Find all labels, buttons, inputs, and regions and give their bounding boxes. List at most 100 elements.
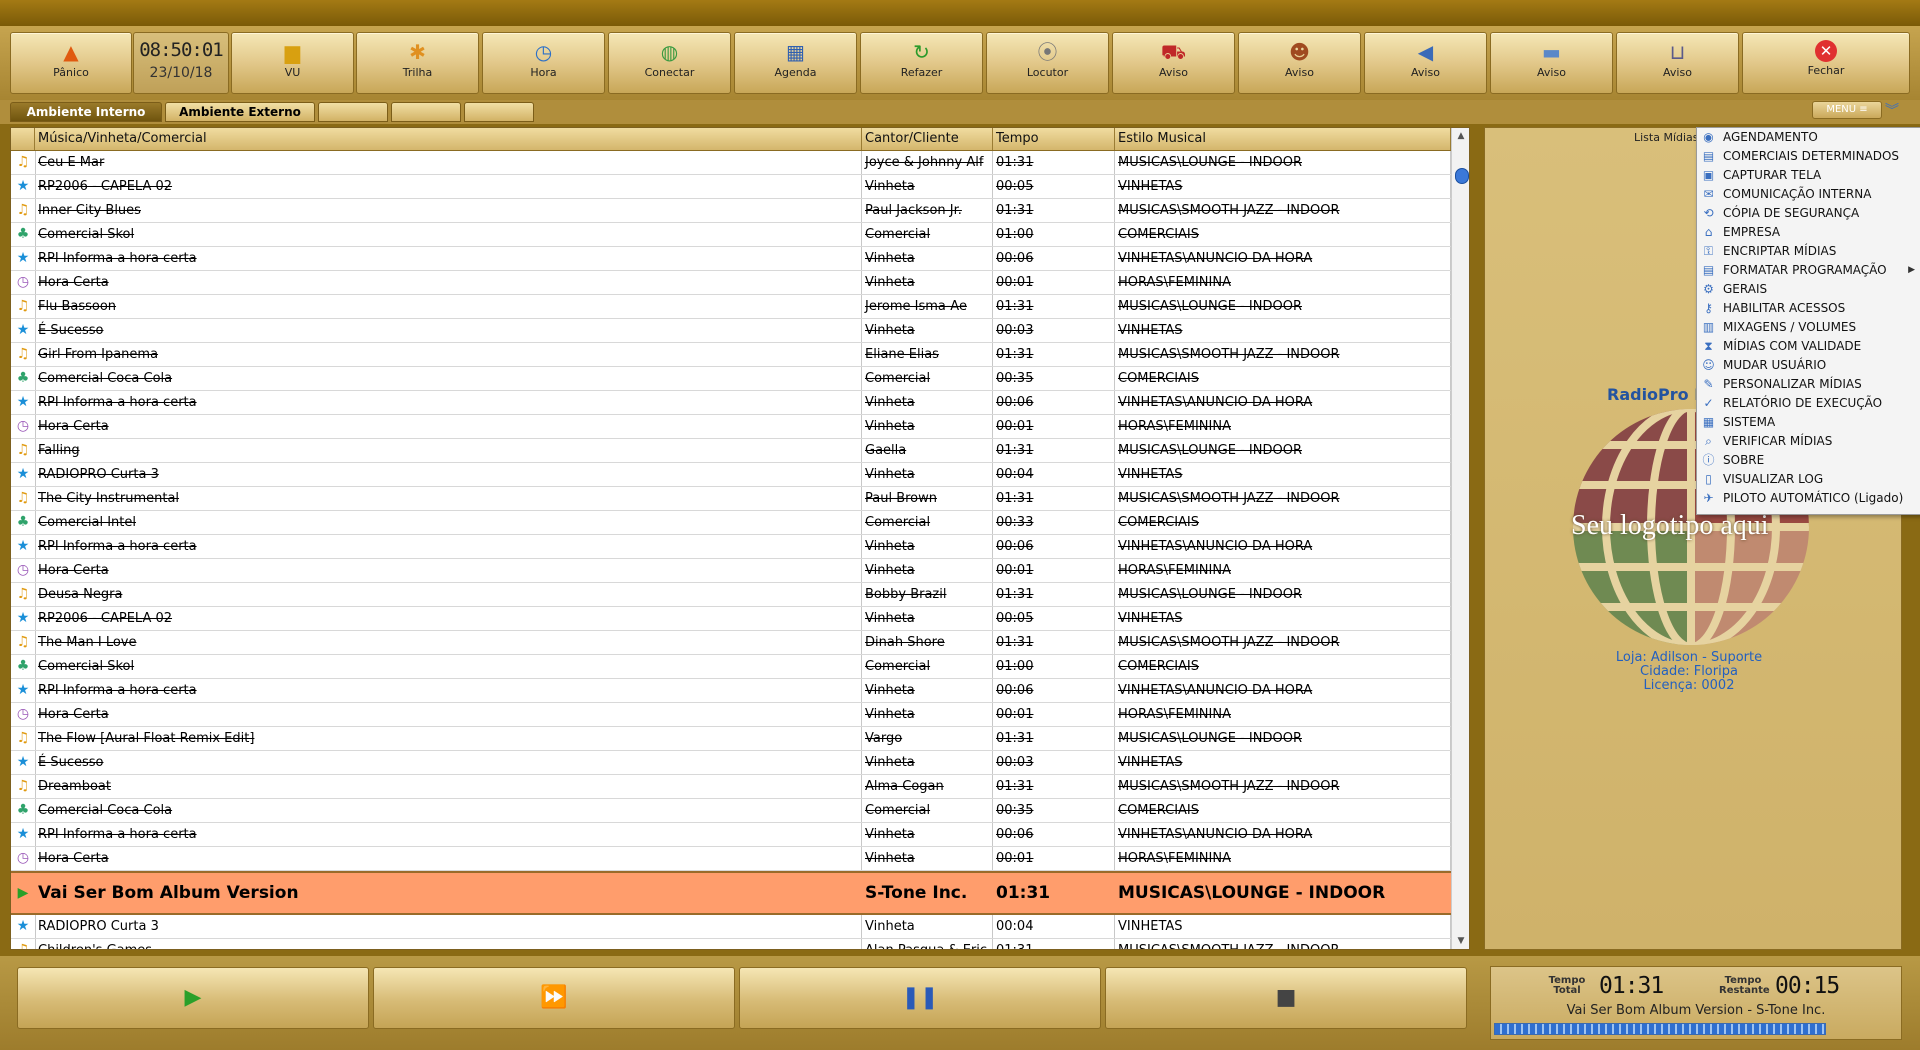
table-row[interactable]: ◷ Hora Certa Vinheta 00:01 HORAS\FEMININA <box>11 847 1451 871</box>
cell-style: VINHETAS\ANUNCIO DA HORA <box>1115 535 1451 558</box>
conectar-button[interactable]: ◍ Conectar <box>608 32 731 94</box>
table-row[interactable]: ★ RPI Informa a hora certa Vinheta 00:06 VIN… <box>11 391 1451 415</box>
tab-ambiente-interno[interactable]: Ambiente Interno <box>10 102 162 122</box>
table-row[interactable]: ♣ Comercial Coca Cola Comercial 00:35 COMERC… <box>11 367 1451 391</box>
table-row[interactable]: ♫ Flu Bassoon Jerome Isma-Ae 01:31 MUSICAS\L… <box>11 295 1451 319</box>
table-row[interactable]: ♫ Inner City Blues Paul Jackson Jr. 01:31 MU… <box>11 199 1451 223</box>
trilha-button[interactable]: ✱ Trilha <box>356 32 479 94</box>
tab-ambiente-externo[interactable]: Ambiente Externo <box>165 102 315 122</box>
people-icon: ☻ <box>1289 40 1310 64</box>
table-row[interactable]: ♫ Ceu E Mar Joyce & Johnny Alf 01:31 MUSICAS… <box>11 151 1451 175</box>
vu-button[interactable]: ▆ VU <box>231 32 354 94</box>
menu-item-mudar-usu-rio[interactable]: ☺ MUDAR USUÁRIO <box>1697 356 1920 375</box>
cell-title: Flu Bassoon <box>35 295 862 318</box>
scroll-thumb[interactable] <box>1455 168 1469 184</box>
header-musica[interactable]: Música/Vinheta/Comercial <box>35 128 862 150</box>
menu-item-visualizar-log[interactable]: ▯ VISUALIZAR LOG <box>1697 470 1920 489</box>
menu-item-sobre[interactable]: ⓘ SOBRE <box>1697 451 1920 470</box>
table-row[interactable]: ♣ Comercial Intel Comercial 00:33 COMERCIAIS <box>11 511 1451 535</box>
locutor-button[interactable]: ⦿ Locutor <box>986 32 1109 94</box>
aviso-car-button[interactable]: ⛟ Aviso <box>1112 32 1235 94</box>
table-row[interactable]: ★ RADIOPRO Curta 3 Vinheta 00:04 VINHETAS <box>11 915 1451 939</box>
menu-item-sistema[interactable]: ▦ SISTEMA <box>1697 413 1920 432</box>
menu-item-label: RELATÓRIO DE EXECUÇÃO <box>1723 396 1883 410</box>
pause-button[interactable]: ❚❚ <box>739 967 1101 1029</box>
table-row[interactable]: ♫ The Flow [Aural Float Remix Edit] Vargo 0… <box>11 727 1451 751</box>
table-row[interactable]: ◷ Hora Certa Vinheta 00:01 HORAS\FEMININA <box>11 559 1451 583</box>
aviso-cart-button[interactable]: ⊔ Aviso <box>1616 32 1739 94</box>
play-button[interactable]: ▶ <box>17 967 369 1029</box>
menu-item-encriptar-m-dias[interactable]: ⚿ ENCRIPTAR MÍDIAS <box>1697 242 1920 261</box>
table-row[interactable]: ★ RADIOPRO Curta 3 Vinheta 00:04 VINHETAS <box>11 463 1451 487</box>
cell-style: HORAS\FEMININA <box>1115 415 1451 438</box>
menu-item-comerciais-determinados[interactable]: ▤ COMERCIAIS DETERMINADOS <box>1697 147 1920 166</box>
scroll-up-icon[interactable]: ▲ <box>1452 128 1469 144</box>
table-row[interactable]: ♣ Comercial Skol Comercial 01:00 COMERCIAIS <box>11 223 1451 247</box>
agenda-button[interactable]: ▦ Agenda <box>734 32 857 94</box>
menu-item-comunica-o-interna[interactable]: ✉ COMUNICAÇÃO INTERNA <box>1697 185 1920 204</box>
star-icon: ★ <box>11 915 36 938</box>
table-row[interactable]: ♫ Girl From Ipanema Eliane Elias 01:31 MUSIC… <box>11 343 1451 367</box>
scroll-down-icon[interactable]: ▼ <box>1452 933 1469 949</box>
menu-item-mixagens-volumes[interactable]: ▥ MIXAGENS / VOLUMES <box>1697 318 1920 337</box>
table-row[interactable]: ◷ Hora Certa Vinheta 00:01 HORAS\FEMININA <box>11 415 1451 439</box>
cell-title: Girl From Ipanema <box>35 343 862 366</box>
tab-empty-3[interactable] <box>464 102 534 122</box>
menu-item-verificar-m-dias[interactable]: ⌕ VERIFICAR MÍDIAS <box>1697 432 1920 451</box>
table-row[interactable]: ★ É Sucesso Vinheta 00:03 VINHETAS <box>11 319 1451 343</box>
table-row[interactable]: ♣ Comercial Skol Comercial 01:00 COMERCIAIS <box>11 655 1451 679</box>
menu-button[interactable]: MENU ≡ <box>1812 101 1882 119</box>
aviso-speaker-button[interactable]: ◀ Aviso <box>1364 32 1487 94</box>
table-row-current[interactable]: ▶ Vai Ser Bom Album Version S-Tone Inc. 01:… <box>11 871 1451 915</box>
panic-button[interactable]: ▲ Pânico <box>10 32 132 94</box>
table-row[interactable]: ♫ Deusa Negra Bobby Brazil 01:31 MUSICAS\LOU… <box>11 583 1451 607</box>
table-row[interactable]: ★ RPI Informa a hora certa Vinheta 00:06 VIN… <box>11 535 1451 559</box>
chevron-down-icon[interactable]: ︾ <box>1885 100 1899 120</box>
header-estilo[interactable]: Estilo Musical <box>1115 128 1451 150</box>
menu-item-relat-rio-de-execu-o[interactable]: ✓ RELATÓRIO DE EXECUÇÃO <box>1697 394 1920 413</box>
table-row[interactable]: ★ RPI Informa a hora certa Vinheta 00:06 VIN… <box>11 247 1451 271</box>
aviso-bed-button[interactable]: ▬ Aviso <box>1490 32 1613 94</box>
menu-item-personalizar-m-dias[interactable]: ✎ PERSONALIZAR MÍDIAS <box>1697 375 1920 394</box>
commercial-icon: ♣ <box>11 511 36 534</box>
mixer-icon: ▥ <box>1702 320 1715 334</box>
header-tempo[interactable]: Tempo <box>993 128 1115 150</box>
customize-icon: ✎ <box>1703 377 1714 391</box>
menu-item-m-dias-com-validade[interactable]: ⧗ MÍDIAS COM VALIDADE <box>1697 337 1920 356</box>
menu-item-capturar-tela[interactable]: ▣ CAPTURAR TELA <box>1697 166 1920 185</box>
table-row[interactable]: ♫ The Man I Love Dinah Shore 01:31 MUSICAS\S… <box>11 631 1451 655</box>
table-row[interactable]: ★ RP2006 - CAPELA 02 Vinheta 00:05 VINHETAS <box>11 607 1451 631</box>
aviso-people-button[interactable]: ☻ Aviso <box>1238 32 1361 94</box>
fast-forward-icon: ⏩ <box>540 985 568 1010</box>
table-row[interactable]: ★ RPI Informa a hora certa Vinheta 00:06 VIN… <box>11 679 1451 703</box>
menu-item-piloto-autom-tico-ligado[interactable]: ✈ PILOTO AUTOMÁTICO (Ligado) <box>1697 489 1920 508</box>
table-row[interactable]: ♫ Falling Gaella 01:31 MUSICAS\LOUNGE - INDO… <box>11 439 1451 463</box>
table-row[interactable]: ★ RPI Informa a hora certa Vinheta 00:06 VIN… <box>11 823 1451 847</box>
cell-style: COMERCIAIS <box>1115 223 1451 246</box>
table-row[interactable]: ♫ Dreamboat Alma Cogan 01:31 MUSICAS\SMOOTH … <box>11 775 1451 799</box>
header-cantor[interactable]: Cantor/Cliente <box>862 128 993 150</box>
menu-item-formatar-programa-o[interactable]: ▤ FORMATAR PROGRAMAÇÃO ▶ <box>1697 261 1920 280</box>
cell-title: É Sucesso <box>35 319 862 342</box>
table-row[interactable]: ♫Children's GamesAlan Pasqua & Eric01:31… <box>11 939 1451 949</box>
cell-time: 00:05 <box>993 175 1115 198</box>
table-row[interactable]: ★ É Sucesso Vinheta 00:03 VINHETAS <box>11 751 1451 775</box>
playlist-scrollbar[interactable]: ▲ ▼ <box>1451 128 1469 949</box>
next-button[interactable]: ⏩ <box>373 967 735 1029</box>
menu-item-c-pia-de-seguran-a[interactable]: ⟲ CÓPIA DE SEGURANÇA <box>1697 204 1920 223</box>
table-row[interactable]: ♫ The City Instrumental Paul Brown 01:31 MUS… <box>11 487 1451 511</box>
table-row[interactable]: ★ RP2006 - CAPELA 02 Vinheta 00:05 VINHETAS <box>11 175 1451 199</box>
table-row[interactable]: ♣ Comercial Coca Cola Comercial 00:35 COMERC… <box>11 799 1451 823</box>
refazer-button[interactable]: ↻ Refazer <box>860 32 983 94</box>
menu-item-habilitar-acessos[interactable]: ⚷ HABILITAR ACESSOS <box>1697 299 1920 318</box>
table-row[interactable]: ◷ Hora Certa Vinheta 00:01 HORAS\FEMININA <box>11 271 1451 295</box>
table-row[interactable]: ◷ Hora Certa Vinheta 00:01 HORAS\FEMININA <box>11 703 1451 727</box>
tab-empty-2[interactable] <box>391 102 461 122</box>
tab-empty-1[interactable] <box>318 102 388 122</box>
menu-item-agendamento[interactable]: ◉ AGENDAMENTO <box>1697 128 1920 147</box>
menu-item-empresa[interactable]: ⌂ EMPRESA <box>1697 223 1920 242</box>
hora-button[interactable]: ◷ Hora <box>482 32 605 94</box>
stop-button[interactable]: ■ <box>1105 967 1467 1029</box>
fechar-button[interactable]: ✕ Fechar <box>1742 32 1910 94</box>
menu-item-gerais[interactable]: ⚙ GERAIS <box>1697 280 1920 299</box>
